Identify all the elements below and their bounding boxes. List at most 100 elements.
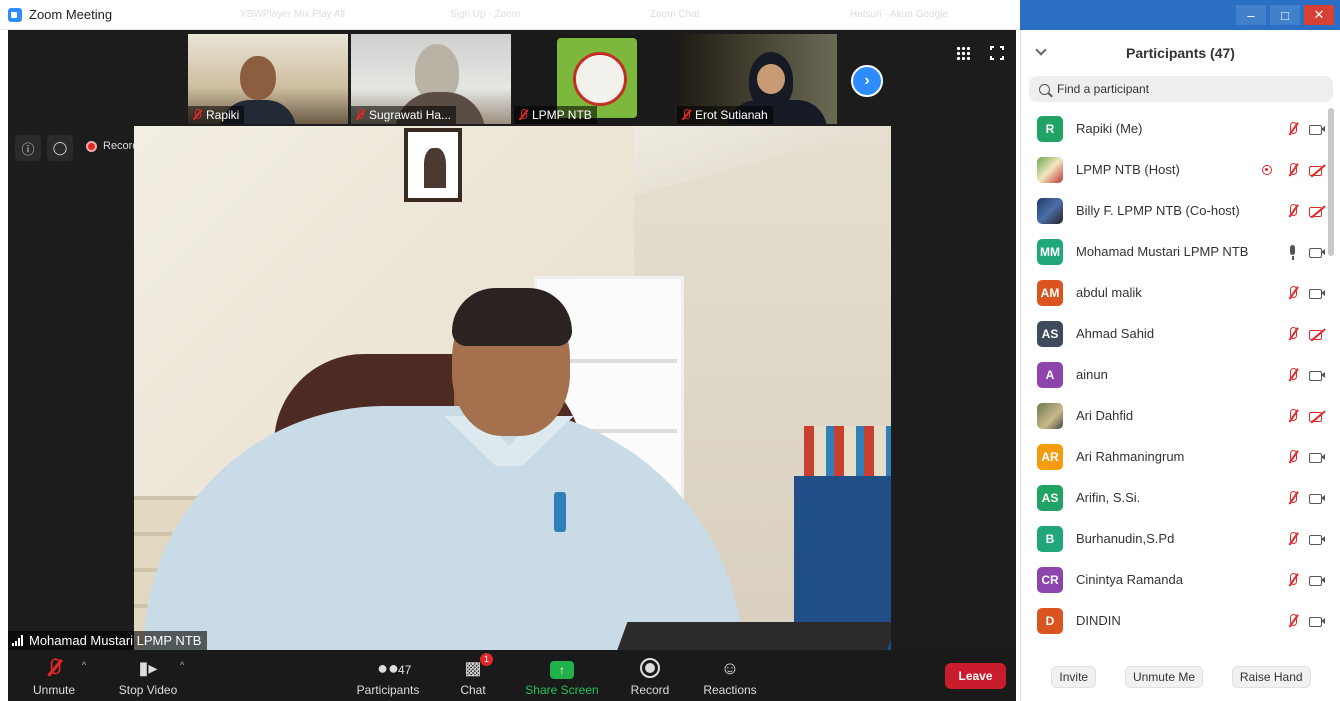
microphone-muted-icon xyxy=(1285,203,1301,219)
participant-name: ainun xyxy=(1076,367,1108,382)
search-input[interactable] xyxy=(1057,82,1297,96)
panel-title: Participants (47) xyxy=(1126,45,1235,61)
audio-options-chevron-icon[interactable]: ^ xyxy=(82,660,86,670)
chat-icon: ▩ 1 xyxy=(461,653,493,679)
fullscreen-icon[interactable] xyxy=(989,45,1005,61)
video-thumbnail[interactable]: Sugrawati Ha... xyxy=(351,34,511,124)
video-thumbnail[interactable]: LPMP NTB xyxy=(514,34,674,124)
mic-muted-icon xyxy=(681,109,691,121)
video-scene-hair xyxy=(452,288,572,346)
participants-button[interactable]: ●● 47 Participants xyxy=(356,650,420,701)
stop-video-button[interactable]: ▮▸ Stop Video xyxy=(116,650,180,701)
avatar: MM xyxy=(1037,238,1063,265)
maximize-icon[interactable]: □ xyxy=(1270,5,1300,25)
participant-row[interactable]: R Rapiki (Me) xyxy=(1021,108,1327,149)
participant-name: Cinintya Ramanda xyxy=(1076,572,1183,587)
participant-status-icons xyxy=(1285,203,1325,219)
avatar: B xyxy=(1037,525,1063,552)
video-camera-off-icon xyxy=(1309,203,1325,219)
mic-muted-icon xyxy=(518,109,528,121)
thumbnail-name: Sugrawati Ha... xyxy=(369,108,452,122)
meeting-toolbar: Unmute ^ ▮▸ Stop Video ^ ●● 47 Participan… xyxy=(8,650,1016,701)
participant-status-icons xyxy=(1285,367,1325,383)
thumbnail-strip: Rapiki Sugrawati Ha... LPMP NTB Erot Sut… xyxy=(188,34,837,124)
avatar xyxy=(1037,197,1063,224)
collapse-chevron-icon[interactable] xyxy=(1035,44,1047,56)
participant-row[interactable]: B Burhanudin,S.Pd xyxy=(1021,518,1327,559)
participants-panel: Participants (47) R Rapiki (Me) LPMP NTB (… xyxy=(1020,30,1340,701)
participant-status-icons xyxy=(1285,490,1325,506)
background-tab: Zoom Chat xyxy=(650,9,700,20)
participant-name: LPMP NTB (Host) xyxy=(1076,162,1180,177)
chat-button[interactable]: ▩ 1 Chat xyxy=(453,650,493,701)
chat-label: Chat xyxy=(460,683,486,697)
participant-row[interactable]: CR Cinintya Ramanda xyxy=(1021,559,1327,600)
info-icon[interactable]: ⓘ xyxy=(15,135,41,161)
participant-row[interactable]: MM Mohamad Mustari LPMP NTB xyxy=(1021,231,1327,272)
participant-status-icons xyxy=(1262,162,1325,178)
raise-hand-button[interactable]: Raise Hand xyxy=(1231,666,1311,688)
reactions-button[interactable]: ☺ Reactions xyxy=(702,650,758,701)
thumbnail-name: Erot Sutianah xyxy=(695,108,768,122)
thumbnail-label: Rapiki xyxy=(188,106,245,124)
participant-name: Billy F. LPMP NTB (Co-host) xyxy=(1076,203,1240,218)
video-options-chevron-icon[interactable]: ^ xyxy=(180,660,184,670)
participants-icon: ●● 47 xyxy=(377,657,412,678)
avatar: AR xyxy=(1037,443,1063,470)
unmute-me-button[interactable]: Unmute Me xyxy=(1124,666,1203,688)
microphone-muted-icon xyxy=(1285,367,1301,383)
window-title: Zoom Meeting xyxy=(29,7,113,22)
participant-row[interactable]: AS Arifin, S.Si. xyxy=(1021,477,1327,518)
video-scene-portrait xyxy=(404,128,462,202)
minimize-icon[interactable]: – xyxy=(1236,5,1266,25)
participant-row[interactable]: Ari Dahfid xyxy=(1021,395,1327,436)
participant-list: R Rapiki (Me) LPMP NTB (Host) Billy F. LPMP… xyxy=(1021,108,1327,641)
window-controls: – □ ✕ xyxy=(1020,0,1340,30)
participant-name: Ahmad Sahid xyxy=(1076,326,1155,341)
record-icon xyxy=(638,657,662,679)
video-camera-off-icon xyxy=(1309,408,1325,424)
participant-row[interactable]: AS Ahmad Sahid xyxy=(1021,313,1327,354)
video-thumbnail[interactable]: Erot Sutianah xyxy=(677,34,837,124)
participant-list-scrollbar[interactable] xyxy=(1328,108,1334,256)
meeting-area: Rapiki Sugrawati Ha... LPMP NTB Erot Sut… xyxy=(8,30,1016,701)
next-page-button[interactable]: › xyxy=(851,65,883,97)
participant-row[interactable]: Aainun xyxy=(1021,354,1327,395)
search-icon xyxy=(1039,83,1050,95)
participant-row[interactable]: AR Ari Rahmaningrum xyxy=(1021,436,1327,477)
microphone-muted-icon xyxy=(1285,162,1301,178)
participant-status-icons xyxy=(1285,408,1325,424)
microphone-muted-icon xyxy=(1285,531,1301,547)
participant-row[interactable]: LPMP NTB (Host) xyxy=(1021,149,1327,190)
video-thumbnail[interactable]: Rapiki xyxy=(188,34,348,124)
participant-search[interactable] xyxy=(1029,76,1333,102)
video-camera-icon xyxy=(1309,285,1325,301)
avatar: AS xyxy=(1037,320,1063,347)
close-icon[interactable]: ✕ xyxy=(1304,5,1334,25)
avatar xyxy=(1037,156,1063,183)
gallery-view-icon[interactable] xyxy=(956,46,970,60)
unmute-button[interactable]: Unmute xyxy=(30,650,78,701)
participant-row[interactable]: D DINDIN xyxy=(1021,600,1327,641)
microphone-muted-icon xyxy=(1285,613,1301,629)
invite-button[interactable]: Invite xyxy=(1051,666,1097,688)
participant-row[interactable]: AM abdul malik xyxy=(1021,272,1327,313)
share-screen-button[interactable]: ↑ Share Screen xyxy=(524,650,600,701)
unmute-label: Unmute xyxy=(32,683,76,697)
shield-icon[interactable]: ◯ xyxy=(47,135,73,161)
thumbnail-name: LPMP NTB xyxy=(532,108,592,122)
participant-row[interactable]: Billy F. LPMP NTB (Co-host) xyxy=(1021,190,1327,231)
microphone-muted-icon xyxy=(1285,285,1301,301)
microphone-muted-icon xyxy=(1285,449,1301,465)
participant-status-icons xyxy=(1285,449,1325,465)
panel-header: Participants (47) xyxy=(1021,30,1340,76)
participants-label: Participants xyxy=(356,683,420,697)
video-camera-icon xyxy=(1309,572,1325,588)
participant-status-icons xyxy=(1285,572,1325,588)
record-button[interactable]: Record xyxy=(628,650,672,701)
thumbnail-label: Sugrawati Ha... xyxy=(351,106,457,124)
thumbnail-label: LPMP NTB xyxy=(514,106,597,124)
participant-status-icons xyxy=(1285,326,1325,342)
microphone-muted-icon xyxy=(1285,572,1301,588)
leave-button[interactable]: Leave xyxy=(945,663,1006,689)
